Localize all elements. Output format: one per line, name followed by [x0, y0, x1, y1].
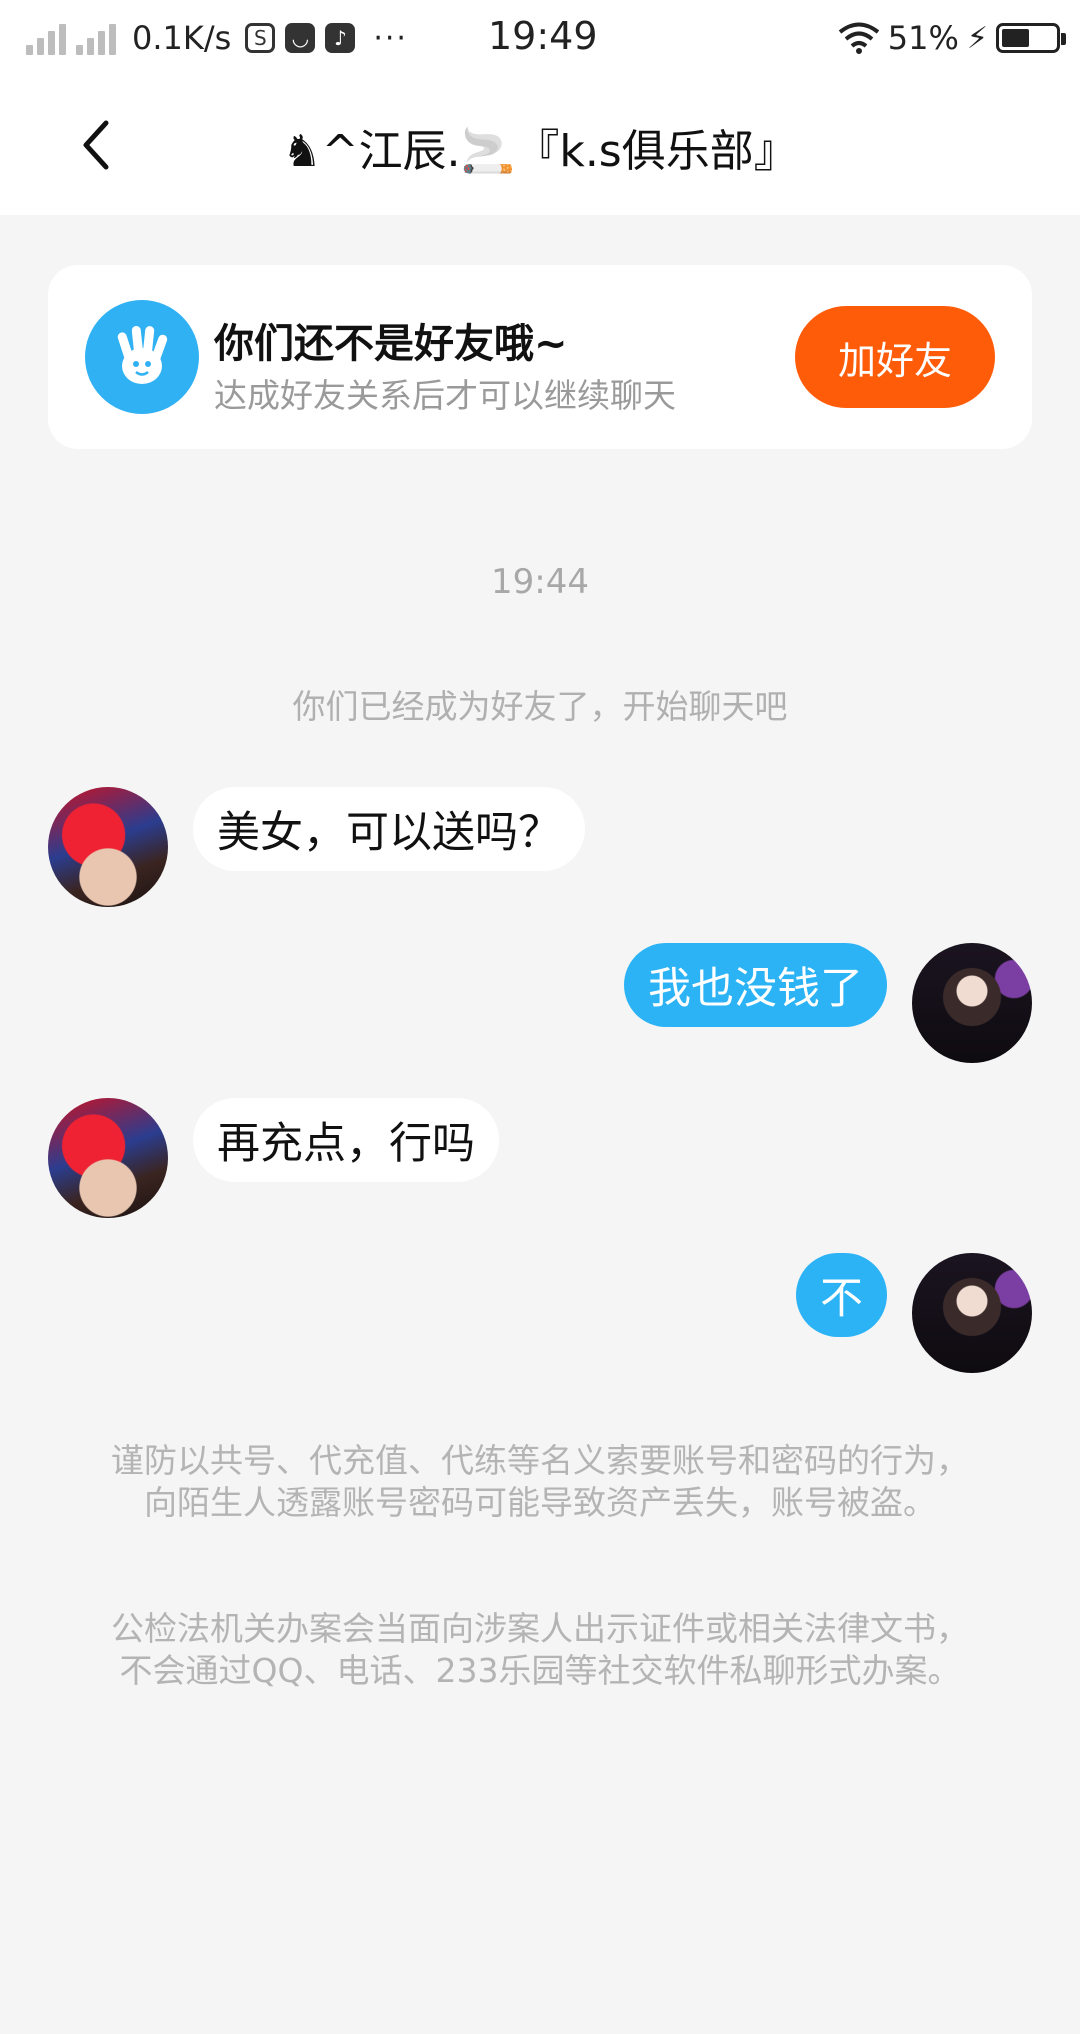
battery-icon	[996, 23, 1066, 53]
message-bubble-incoming: 再充点，行吗	[193, 1098, 499, 1182]
app-notification-icon: S	[245, 23, 276, 53]
chat-header: ♞^江辰.🚬『k.s俱乐部』	[0, 75, 1080, 215]
message-bubble-incoming: 美女，可以送吗？	[193, 787, 585, 871]
battery-percent: 51%	[887, 19, 959, 57]
net-speed: 0.1K/s	[132, 19, 232, 57]
other-user-avatar[interactable]	[48, 787, 168, 907]
system-message: 你们已经成为好友了，开始聊天吧	[292, 687, 788, 726]
app-notification-icon: ◡	[285, 23, 316, 53]
notice-title: 你们还不是好友哦~	[214, 321, 568, 367]
charging-icon: ⚡	[966, 20, 988, 56]
signal-icon	[26, 21, 66, 55]
add-friend-button[interactable]: 加好友	[795, 306, 995, 408]
status-left: 0.1K/s S ◡ ♪ ···	[26, 14, 408, 62]
status-right: 51% ⚡	[838, 14, 1066, 62]
more-notifications-icon: ···	[373, 20, 408, 56]
friend-notice-card: 你们还不是好友哦~ 达成好友关系后才可以继续聊天 加好友	[48, 265, 1032, 449]
status-time: 19:49	[488, 14, 598, 58]
security-warning: 谨防以共号、代充值、代练等名义索要账号和密码的行为，向陌生人透露账号密码可能导致…	[111, 1441, 969, 1522]
legal-warning: 公检法机关办案会当面向涉案人出示证件或相关法律文书，不会通过QQ、电话、233乐…	[111, 1609, 969, 1690]
message-bubble-outgoing: 我也没钱了	[624, 943, 887, 1027]
self-avatar[interactable]	[912, 1253, 1032, 1373]
chat-title: ♞^江辰.🚬『k.s俱乐部』	[282, 126, 798, 177]
status-bar: 0.1K/s S ◡ ♪ ··· 19:49 51% ⚡	[0, 0, 1080, 75]
message-bubble-outgoing: 不	[796, 1253, 887, 1337]
wifi-icon	[838, 21, 880, 55]
signal-icon	[76, 21, 116, 55]
hand-wave-icon	[85, 300, 199, 414]
notice-subtitle: 达成好友关系后才可以继续聊天	[214, 376, 676, 415]
chat-timestamp: 19:44	[491, 562, 589, 602]
self-avatar[interactable]	[912, 943, 1032, 1063]
other-user-avatar[interactable]	[48, 1098, 168, 1218]
battery-fill	[1002, 29, 1029, 47]
tiktok-icon: ♪	[325, 23, 356, 53]
